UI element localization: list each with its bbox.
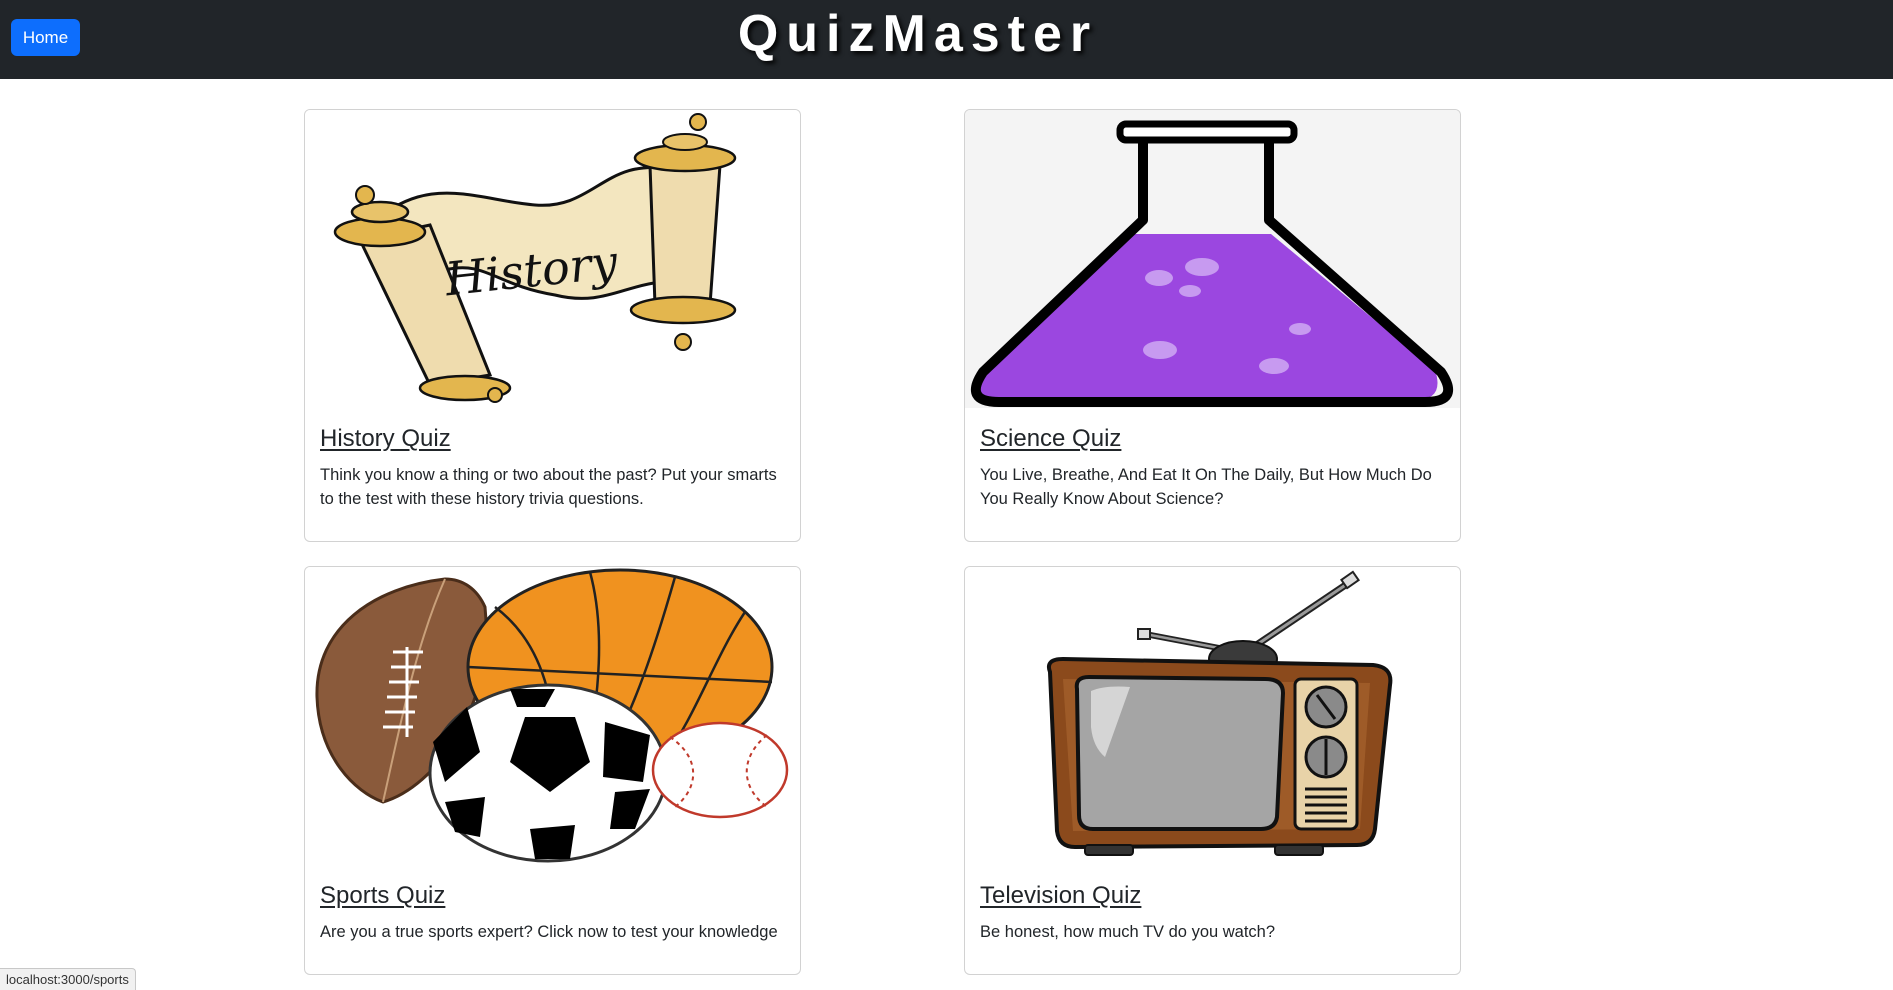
- television-quiz-description: Be honest, how much TV do you watch?: [980, 923, 1276, 941]
- quiz-card-television: Television Quiz Be honest, how much TV d…: [964, 566, 1461, 975]
- brand-title: QuizMaster: [737, 4, 1099, 63]
- quiz-card-science: Science Quiz You Live, Breathe, And Eat …: [964, 109, 1461, 542]
- history-scroll-image: History: [305, 110, 800, 408]
- sports-balls-image: [305, 567, 800, 865]
- sports-quiz-description: Are you a true sports expert? Click now …: [320, 923, 778, 941]
- quiz-card-history: History History Quiz Think you know a th…: [304, 109, 801, 542]
- television-quiz-link[interactable]: Television Quiz: [980, 882, 1141, 910]
- science-flask-image: [965, 110, 1460, 408]
- history-quiz-description: Think you know a thing or two about the …: [320, 466, 777, 508]
- sports-quiz-link[interactable]: Sports Quiz: [320, 882, 445, 910]
- quiz-card-sports: Sports Quiz Are you a true sports expert…: [304, 566, 801, 975]
- navbar: Home QuizMaster: [0, 0, 1893, 79]
- science-quiz-link[interactable]: Science Quiz: [980, 425, 1121, 453]
- television-set-image: [965, 567, 1460, 865]
- history-quiz-link[interactable]: History Quiz: [320, 425, 451, 453]
- status-bar-url: localhost:3000/sports: [0, 968, 136, 990]
- science-quiz-description: You Live, Breathe, And Eat It On The Dai…: [980, 466, 1432, 508]
